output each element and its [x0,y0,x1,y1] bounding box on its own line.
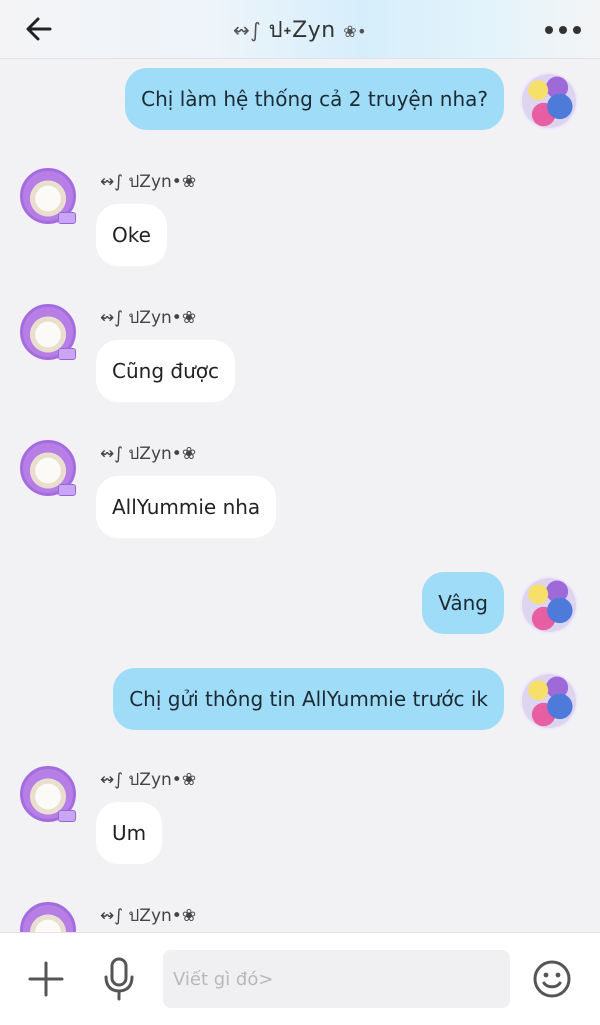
sender-name: ↭∫ ปZyn•❀ [100,902,196,929]
sender-flourish-icon: ↭∫ [100,172,129,192]
sender-name: ↭∫ ปZyn•❀ [100,440,196,467]
chat-header: ↭∫ ป˖Zyn ❀• [0,0,600,59]
message-bubble-outgoing[interactable]: Chị gửi thông tin AllYummie trước ik [113,668,504,730]
message-bubble-incoming[interactable]: AllYummie nha [96,476,277,538]
more-dot [559,26,567,34]
voice-button[interactable] [102,957,136,1001]
sender-flourish-icon: ↭∫ [100,906,129,926]
emoji-smile-icon [533,960,571,998]
more-dots-icon [545,26,553,34]
sender-flourish-icon: ↭∫ [100,444,129,464]
message-input[interactable] [163,950,510,1008]
emoji-button[interactable] [532,959,572,999]
plus-icon [28,961,64,997]
sender-name: ↭∫ ปZyn•❀ [100,304,196,331]
title-text: ป˖Zyn [268,18,336,43]
sender-name-text: ปZyn•❀ [128,444,197,464]
more-dot [573,26,581,34]
title-ornament-icon: ❀• [343,22,368,41]
message-bubble-incoming[interactable]: Oke [96,204,167,266]
message-bubble-outgoing[interactable]: Chị làm hệ thống cả 2 truyện nha? [125,68,504,130]
avatar-badge-icon [58,810,76,822]
message-bubble-outgoing[interactable]: Vâng [422,572,504,634]
message-bubble-incoming[interactable]: Um [96,802,163,864]
title-flourish-icon: ↭∫ [232,18,262,42]
sender-name-text: ปZyn•❀ [128,172,197,192]
sender-name-text: ปZyn•❀ [128,770,197,790]
my-avatar[interactable] [520,672,578,730]
message-list[interactable]: Chị làm hệ thống cả 2 truyện nha? ↭∫ ปZy… [0,58,600,932]
sender-name-text: ปZyn•❀ [128,308,197,328]
sender-flourish-icon: ↭∫ [100,308,129,328]
more-options-button[interactable] [542,19,586,39]
message-bubble-incoming[interactable]: Cũng được [96,340,235,402]
attach-button[interactable] [28,961,64,997]
avatar-badge-icon [58,348,76,360]
sender-flourish-icon: ↭∫ [100,770,129,790]
contact-avatar[interactable] [20,902,76,932]
message-composer [0,932,600,1025]
microphone-icon [104,957,134,1001]
avatar-badge-icon [58,484,76,496]
sender-name: ↭∫ ปZyn•❀ [100,168,196,195]
chat-title: ↭∫ ป˖Zyn ❀• [0,12,600,47]
my-avatar[interactable] [520,576,578,634]
my-avatar[interactable] [520,72,578,130]
sender-name-text: ปZyn•❀ [128,906,197,926]
avatar-badge-icon [58,212,76,224]
sender-name: ↭∫ ปZyn•❀ [100,766,196,793]
